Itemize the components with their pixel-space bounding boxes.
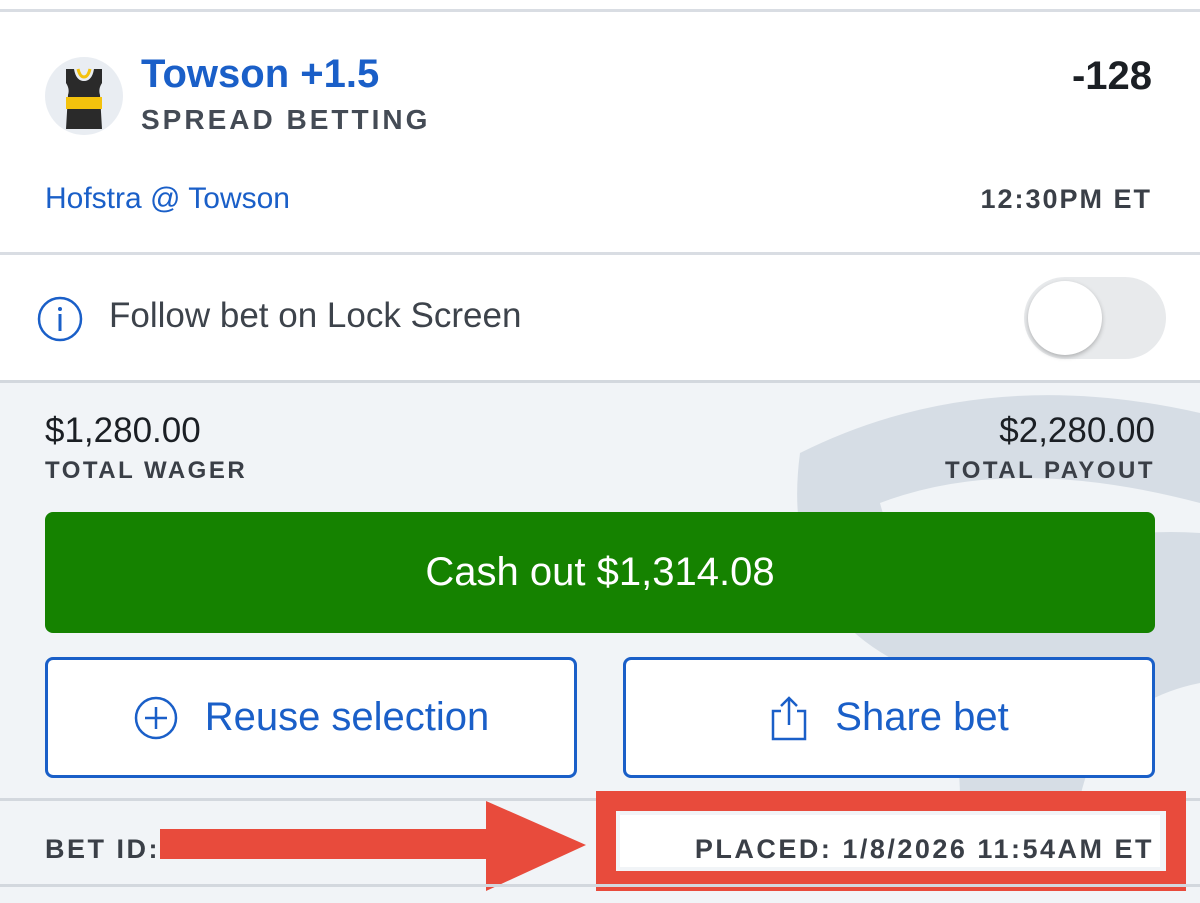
- total-wager-amount: $1,280.00: [45, 411, 201, 450]
- total-wager-label: TOTAL WAGER: [45, 457, 248, 484]
- lock-screen-toggle[interactable]: [1024, 277, 1166, 359]
- event-link[interactable]: Hofstra @ Towson: [45, 182, 290, 216]
- bet-footer: BET ID: C PLACED: 1/8/2026 11:54AM ET: [0, 791, 1200, 903]
- placed-timestamp: PLACED: 1/8/2026 11:54AM ET: [694, 834, 1154, 864]
- reuse-selection-label: Reuse selection: [204, 695, 490, 739]
- annotation-arrow-icon: [160, 801, 586, 891]
- bet-selection-header: Towson +1.5 SPREAD BETTING -128 Hofstra …: [0, 12, 1200, 252]
- lock-screen-row: Follow bet on Lock Screen: [0, 255, 1200, 380]
- share-bet-label: Share bet: [835, 695, 1009, 739]
- bottom-divider: [0, 884, 1200, 887]
- total-payout-amount: $2,280.00: [999, 411, 1155, 450]
- market-type: SPREAD BETTING: [141, 104, 431, 135]
- share-icon: [772, 695, 807, 740]
- lock-screen-label: Follow bet on Lock Screen: [109, 296, 522, 335]
- team-avatar: [45, 57, 123, 135]
- selection-title[interactable]: Towson +1.5: [141, 52, 379, 97]
- toggle-knob: [1028, 281, 1102, 355]
- jersey-icon: [66, 68, 102, 129]
- plus-circle-icon: [134, 696, 177, 739]
- game-time: 12:30PM ET: [980, 184, 1152, 214]
- odds-value: -128: [1071, 54, 1152, 98]
- share-bet-button[interactable]: Share bet: [623, 657, 1155, 778]
- cashout-button[interactable]: Cash out $1,314.08: [45, 512, 1155, 633]
- wager-panel: $1,280.00 TOTAL WAGER $2,280.00 TOTAL PA…: [0, 383, 1200, 798]
- total-payout-label: TOTAL PAYOUT: [944, 457, 1155, 484]
- info-icon[interactable]: [36, 295, 84, 343]
- reuse-selection-button[interactable]: Reuse selection: [45, 657, 577, 778]
